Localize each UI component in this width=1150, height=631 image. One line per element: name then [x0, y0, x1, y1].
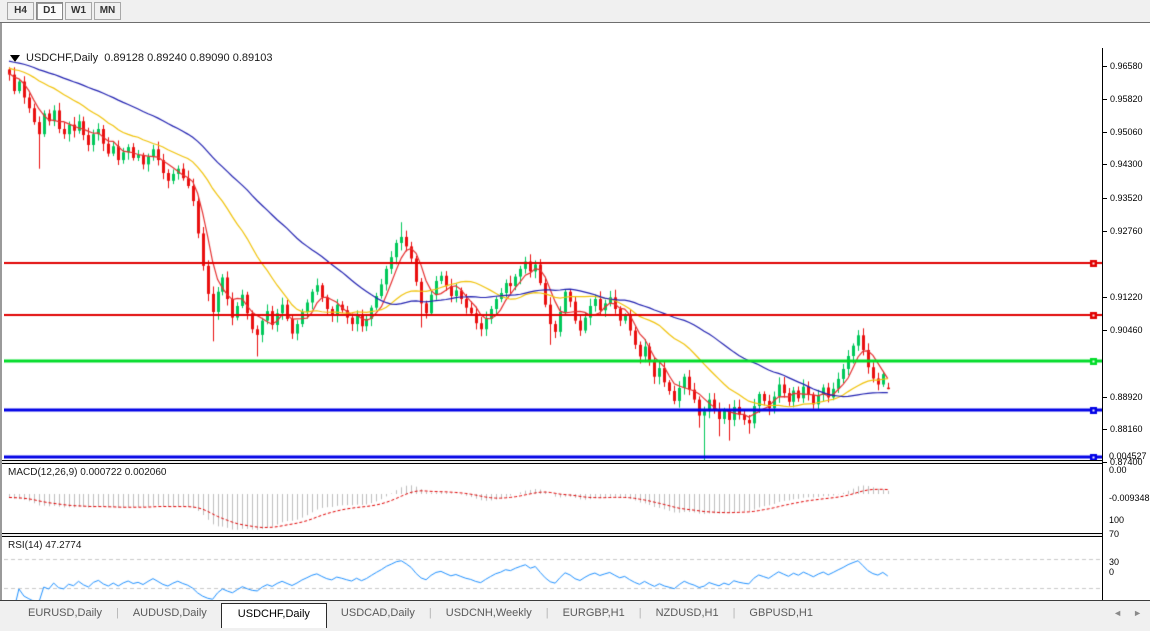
price-tick-mark [1103, 164, 1107, 165]
tabs-scroll-left-icon[interactable]: ◄ [1113, 608, 1122, 618]
price-tick-label: 0.90460 [1110, 325, 1143, 335]
price-tick-mark [1103, 231, 1107, 232]
tabs-scroll-right-icon[interactable]: ► [1133, 608, 1142, 618]
price-tick-label: 0.91220 [1110, 292, 1143, 302]
macd-axis-label: -0.009348 [1109, 493, 1150, 503]
timeframe-button-d1[interactable]: D1 [36, 2, 63, 20]
rsi-axis-label: 70 [1109, 529, 1119, 539]
rsi-panel-canvas[interactable] [4, 537, 1102, 603]
price-tick-mark [1103, 297, 1107, 298]
timeframe-button-h4[interactable]: H4 [7, 2, 34, 20]
price-tick-mark [1103, 198, 1107, 199]
price-tick-label: 0.88160 [1110, 424, 1143, 434]
price-tick-mark [1103, 429, 1107, 430]
macd-axis-label: 0.00 [1109, 465, 1127, 475]
rsi-name: RSI(14) [8, 540, 42, 551]
price-tick-label: 0.94300 [1110, 159, 1143, 169]
chart-ohlc-values: 0.89128 0.89240 0.89090 0.89103 [104, 52, 272, 64]
chart-tab-usdcad[interactable]: USDCAD,Daily [327, 601, 429, 624]
rsi-axis-label: 100 [1109, 515, 1124, 525]
chart-title-row: USDCHF,Daily 0.89128 0.89240 0.89090 0.8… [10, 52, 272, 64]
price-tick-mark [1103, 99, 1107, 100]
chart-tab-usdcnh[interactable]: USDCNH,Weekly [432, 601, 546, 624]
price-tick-mark [1103, 397, 1107, 398]
chart-symbol-label: USDCHF,Daily [26, 52, 98, 64]
macd-label: MACD(12,26,9) 0.000722 0.002060 [8, 467, 166, 478]
price-tick-mark [1103, 462, 1107, 463]
macd-axis-label: 0.004527 [1109, 451, 1147, 461]
chart-tab-eurusd[interactable]: EURUSD,Daily [14, 601, 116, 624]
price-tick-label: 0.93520 [1110, 193, 1143, 203]
price-tick-mark [1103, 330, 1107, 331]
price-tick-label: 0.96580 [1110, 61, 1143, 71]
rsi-value: 47.2774 [45, 540, 81, 551]
rsi-axis-label: 30 [1109, 557, 1119, 567]
price-tick-mark [1103, 66, 1107, 67]
price-chart-canvas[interactable] [4, 48, 1102, 460]
chart-tabs: EURUSD,Daily|AUDUSD,DailyUSDCHF,DailyUSD… [0, 600, 1150, 627]
chart-tab-audusd[interactable]: AUDUSD,Daily [119, 601, 221, 624]
rsi-axis-label: 0 [1109, 567, 1114, 577]
chart-tab-usdchf[interactable]: USDCHF,Daily [221, 603, 327, 628]
mt4-window: H4D1W1MN USDCHF,Daily 0.89128 0.89240 0.… [0, 0, 1150, 631]
macd-panel-canvas[interactable] [4, 464, 1102, 533]
price-tick-label: 0.95060 [1110, 127, 1143, 137]
chart-tab-gbpusd[interactable]: GBPUSD,H1 [735, 601, 827, 624]
price-tick-label: 0.95820 [1110, 94, 1143, 104]
chart-tab-eurgbp[interactable]: EURGBP,H1 [549, 601, 639, 624]
macd-values: 0.000722 0.002060 [80, 467, 166, 478]
timeframe-button-w1[interactable]: W1 [65, 2, 92, 20]
chart-window: USDCHF,Daily 0.89128 0.89240 0.89090 0.8… [0, 23, 1150, 600]
price-tick-mark [1103, 132, 1107, 133]
timeframe-toolbar: H4D1W1MN [0, 0, 1150, 23]
rsi-label: RSI(14) 47.2774 [8, 540, 81, 551]
macd-name: MACD(12,26,9) [8, 467, 77, 478]
chart-menu-icon[interactable] [10, 55, 20, 62]
chart-tab-nzdusd[interactable]: NZDUSD,H1 [642, 601, 733, 624]
price-tick-label: 0.92760 [1110, 226, 1143, 236]
timeframe-button-mn[interactable]: MN [94, 2, 121, 20]
price-tick-label: 0.88920 [1110, 392, 1143, 402]
